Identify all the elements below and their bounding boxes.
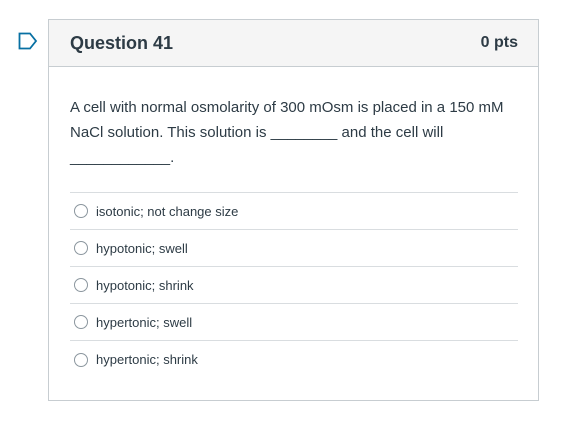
answer-option[interactable]: hypertonic; shrink bbox=[70, 341, 518, 378]
answer-option[interactable]: hypotonic; shrink bbox=[70, 267, 518, 304]
answer-list: isotonic; not change size hypotonic; swe… bbox=[70, 192, 518, 378]
question-header: Question 41 0 pts bbox=[49, 20, 538, 67]
question-body: A cell with normal osmolarity of 300 mOs… bbox=[49, 67, 538, 378]
answer-option[interactable]: hypertonic; swell bbox=[70, 304, 518, 341]
radio-button-icon[interactable] bbox=[74, 352, 88, 367]
question-card: Question 41 0 pts A cell with normal osm… bbox=[48, 19, 539, 401]
answer-label: hypertonic; swell bbox=[96, 314, 193, 330]
answer-label: hypotonic; shrink bbox=[96, 277, 194, 293]
answer-label: hypertonic; shrink bbox=[96, 352, 198, 367]
radio-button-icon[interactable] bbox=[74, 241, 88, 255]
answer-option[interactable]: isotonic; not change size bbox=[70, 193, 518, 230]
question-points: 0 pts bbox=[480, 34, 518, 51]
quiz-page: Question 41 0 pts A cell with normal osm… bbox=[0, 0, 586, 424]
flag-question-icon[interactable] bbox=[18, 32, 38, 50]
answer-label: isotonic; not change size bbox=[96, 203, 239, 219]
answer-label: hypotonic; swell bbox=[96, 240, 188, 256]
radio-button-icon[interactable] bbox=[74, 278, 88, 292]
question-text: A cell with normal osmolarity of 300 mOs… bbox=[70, 99, 504, 166]
radio-button-icon[interactable] bbox=[74, 204, 88, 218]
question-title: Question 41 bbox=[70, 32, 174, 53]
answer-option[interactable]: hypotonic; swell bbox=[70, 230, 518, 267]
radio-button-icon[interactable] bbox=[74, 315, 88, 329]
